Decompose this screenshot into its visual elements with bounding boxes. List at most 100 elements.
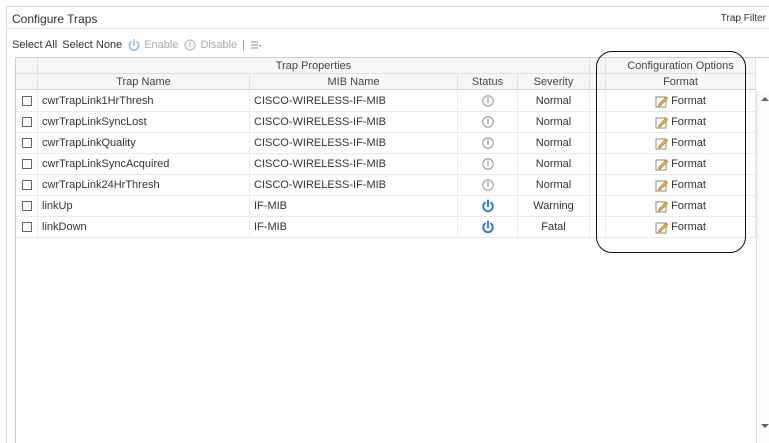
status-column-header[interactable]: Status (458, 74, 518, 89)
table-row[interactable]: cwrTrapLinkSyncAcquired CISCO-WIRELESS-IF… (16, 153, 756, 175)
enable-button[interactable]: Enable (127, 38, 178, 52)
power-off-icon[interactable] (481, 115, 495, 129)
row-checkbox-cell (16, 216, 38, 238)
trap-name-column-header[interactable]: Trap Name (38, 74, 250, 89)
header-gap-col (590, 74, 606, 89)
mib-name-cell: CISCO-WIRELESS-IF-MIB (250, 111, 458, 133)
toolbar: Select All Select None Enable Disable | (7, 35, 769, 55)
panel-header: Configure Traps Trap Filter (7, 7, 769, 29)
severity-cell: Normal (518, 132, 590, 154)
status-cell[interactable] (458, 174, 518, 196)
header-gap (590, 58, 606, 73)
select-all-button[interactable]: Select All (12, 39, 57, 51)
power-off-icon[interactable] (481, 94, 495, 108)
scroll-down-icon[interactable] (761, 424, 769, 428)
format-label: Format (671, 199, 706, 212)
vertical-scrollbar[interactable] (756, 91, 769, 443)
select-none-button[interactable]: Select None (62, 39, 122, 51)
row-checkbox[interactable] (21, 201, 32, 211)
status-cell[interactable] (458, 153, 518, 175)
row-checkbox[interactable] (21, 96, 32, 106)
power-icon (128, 38, 140, 51)
power-off-icon[interactable] (481, 157, 495, 171)
status-cell[interactable] (458, 111, 518, 133)
disable-label: Disable (200, 39, 238, 51)
format-cell: Format (606, 195, 756, 217)
trap-properties-group-header: Trap Properties (38, 58, 590, 73)
status-cell[interactable] (458, 216, 518, 238)
mib-name-column-header[interactable]: MIB Name (250, 74, 458, 89)
row-checkbox[interactable] (21, 138, 32, 148)
severity-cell: Normal (518, 111, 590, 133)
edit-format-icon (655, 138, 669, 149)
status-cell[interactable] (458, 195, 518, 217)
mib-name-cell: IF-MIB (250, 195, 458, 217)
row-checkbox-cell (16, 111, 38, 133)
format-cell: Format (606, 216, 756, 238)
scroll-up-icon[interactable] (761, 97, 769, 101)
table-row[interactable]: linkDown IF-MIB Fatal Format (16, 216, 756, 238)
format-cell: Format (606, 174, 756, 196)
trap-filter-link[interactable]: Trap Filter (721, 13, 766, 24)
format-link[interactable]: Format (655, 112, 706, 133)
status-cell[interactable] (458, 90, 518, 112)
severity-cell: Warning (518, 195, 590, 217)
severity-cell: Fatal (518, 216, 590, 238)
edit-format-icon (655, 159, 669, 170)
table-body: cwrTrapLink1HrThresh CISCO-WIRELESS-IF-MI… (16, 90, 756, 238)
configuration-options-group-header: Configuration Options (606, 58, 756, 73)
disable-button[interactable]: Disable (183, 38, 237, 52)
power-off-icon (184, 39, 197, 51)
power-off-icon[interactable] (481, 136, 495, 150)
format-label: Format (671, 157, 706, 170)
format-label: Format (671, 94, 706, 107)
format-link[interactable]: Format (655, 217, 706, 238)
power-off-icon[interactable] (481, 178, 495, 192)
traps-table: Trap Properties Configuration Options Tr… (15, 57, 769, 443)
format-column-header[interactable]: Format (606, 74, 756, 89)
severity-column-header[interactable]: Severity (518, 74, 590, 89)
mib-name-cell: CISCO-WIRELESS-IF-MIB (250, 153, 458, 175)
trap-name-cell: linkDown (38, 216, 250, 238)
header-checkbox-col (16, 74, 38, 89)
format-cell: Format (606, 153, 756, 175)
table-row[interactable]: linkUp IF-MIB Warning Format (16, 195, 756, 217)
format-link[interactable]: Format (655, 154, 706, 175)
row-checkbox[interactable] (21, 159, 32, 169)
format-label: Format (671, 178, 706, 191)
format-label: Format (671, 136, 706, 149)
table-row[interactable]: cwrTrapLinkSyncLost CISCO-WIRELESS-IF-MIB… (16, 111, 756, 133)
panel-title: Configure Traps (12, 12, 98, 26)
status-cell[interactable] (458, 132, 518, 154)
severity-cell: Normal (518, 153, 590, 175)
power-on-icon[interactable] (481, 220, 495, 234)
trap-name-cell: cwrTrapLink1HrThresh (38, 90, 250, 112)
table-row[interactable]: cwrTrapLink24HrThresh CISCO-WIRELESS-IF-M… (16, 174, 756, 196)
toolbar-separator: | (242, 39, 245, 51)
spacer-cell (590, 132, 606, 154)
edit-format-icon (655, 201, 669, 212)
row-checkbox-cell (16, 153, 38, 175)
column-chooser-icon[interactable] (250, 39, 262, 51)
format-link[interactable]: Format (655, 196, 706, 217)
severity-cell: Normal (518, 174, 590, 196)
table-row[interactable]: cwrTrapLinkQuality CISCO-WIRELESS-IF-MIB N… (16, 132, 756, 154)
scrollbar-thumb[interactable] (759, 107, 769, 407)
table-row[interactable]: cwrTrapLink1HrThresh CISCO-WIRELESS-IF-MI… (16, 90, 756, 112)
severity-cell: Normal (518, 90, 590, 112)
format-label: Format (671, 220, 706, 233)
format-link[interactable]: Format (655, 91, 706, 112)
row-checkbox[interactable] (21, 117, 32, 127)
mib-name-cell: CISCO-WIRELESS-IF-MIB (250, 90, 458, 112)
format-link[interactable]: Format (655, 133, 706, 154)
edit-format-icon (655, 96, 669, 107)
row-checkbox[interactable] (21, 180, 32, 190)
format-link[interactable]: Format (655, 175, 706, 196)
row-checkbox-cell (16, 132, 38, 154)
format-cell: Format (606, 132, 756, 154)
mib-name-cell: IF-MIB (250, 216, 458, 238)
format-label: Format (671, 115, 706, 128)
row-checkbox[interactable] (21, 222, 32, 232)
spacer-cell (590, 90, 606, 112)
power-on-icon[interactable] (481, 199, 495, 213)
